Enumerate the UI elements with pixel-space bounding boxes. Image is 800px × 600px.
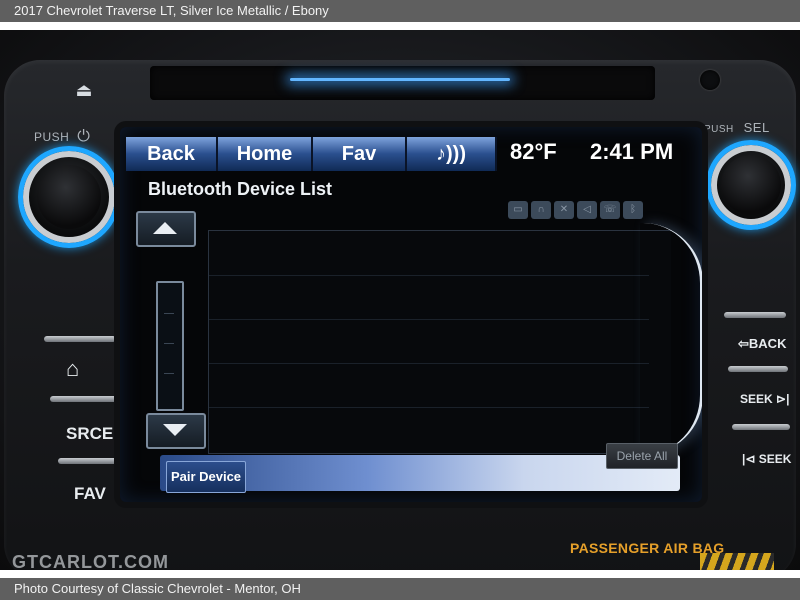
home-icon[interactable]: ⌂ [66, 356, 79, 382]
arrow-up-icon [153, 222, 177, 234]
tab-back[interactable]: Back [126, 137, 218, 171]
list-row [209, 275, 649, 276]
voice-command-icon: ♪))) [436, 143, 466, 165]
preset-button-2[interactable] [50, 396, 120, 402]
phone-icon: ☏ [600, 201, 620, 219]
shuffle-icon: ✕ [554, 201, 574, 219]
caption-text: 2017 Chevrolet Traverse LT, Silver Ice M… [14, 3, 329, 18]
scroll-down-button[interactable] [146, 413, 206, 449]
seek-forward-button[interactable]: SEEK ⊳| [740, 392, 789, 406]
list-row [209, 407, 649, 408]
tab-voice[interactable]: ♪))) [407, 137, 497, 171]
mute-icon: ◁ [577, 201, 597, 219]
source-button[interactable]: SRCE [66, 424, 113, 444]
slot-glow [290, 78, 510, 81]
caption-bar: 2017 Chevrolet Traverse LT, Silver Ice M… [0, 0, 800, 22]
arrow-down-icon [163, 424, 187, 436]
headset-icon: ∩ [531, 201, 551, 219]
power-volume-knob[interactable] [18, 146, 120, 248]
photo-credit-text: Photo Courtesy of Classic Chevrolet - Me… [14, 581, 301, 596]
push-sel-label: PUSH SEL [704, 120, 770, 135]
seek-back-button[interactable]: |⊲ SEEK [742, 452, 791, 466]
temperature-readout: 82°F [510, 139, 557, 164]
fav-button[interactable]: FAV [74, 484, 106, 504]
phone-status-icon: ▭ [508, 201, 528, 219]
preset-button-1[interactable] [44, 336, 116, 342]
list-row [209, 363, 649, 364]
power-icon: ⏻ [77, 128, 91, 145]
delete-all-button[interactable]: Delete All [606, 443, 678, 469]
dashboard-photo: ⏏ PUSH ⏻ PUSH SEL ⌂ SRCE FAV ⇦BACK SEEK … [0, 30, 800, 570]
top-tabs: Back Home Fav ♪))) [126, 137, 497, 171]
eject-icon[interactable]: ⏏ [70, 78, 98, 102]
back-button[interactable]: ⇦BACK [738, 336, 786, 352]
frame-bottom [0, 570, 800, 578]
seek-back-icon: |⊲ [742, 452, 759, 466]
scrollbar-track[interactable] [156, 281, 184, 411]
push-power-label: PUSH ⏻ [34, 128, 91, 145]
scroll-up-button[interactable] [136, 211, 196, 247]
preset-button-3[interactable] [58, 458, 124, 464]
right-button-1[interactable] [724, 312, 786, 318]
cd-slot [150, 66, 655, 100]
aux-jack [700, 70, 720, 90]
back-arrow-icon: ⇦ [738, 336, 749, 351]
page-title: Bluetooth Device List [148, 179, 333, 199]
airbag-indicator [700, 553, 774, 570]
tune-select-knob[interactable] [706, 140, 796, 230]
frame-top [0, 22, 800, 30]
clock-readout: 2:41 PM [590, 139, 674, 164]
tab-fav[interactable]: Fav [313, 137, 407, 171]
tab-home[interactable]: Home [218, 137, 313, 171]
device-list[interactable] [208, 230, 671, 454]
seek-forward-icon: ⊳| [772, 392, 790, 406]
bluetooth-icon: ᛒ [623, 201, 643, 219]
right-button-3[interactable] [732, 424, 790, 430]
list-arc-decoration [640, 223, 702, 455]
watermark: GTCARLOT.COM [12, 552, 169, 570]
pair-device-button[interactable]: Pair Device [166, 461, 246, 493]
photo-credit-bar: Photo Courtesy of Classic Chevrolet - Me… [0, 578, 800, 600]
infotainment-screen: Back Home Fav ♪))) 82°F 2:41 PM Bluetoot… [120, 127, 702, 502]
right-button-2[interactable] [728, 366, 788, 372]
status-icons: ▭ ∩ ✕ ◁ ☏ ᛒ [508, 201, 643, 219]
list-row [209, 319, 649, 320]
